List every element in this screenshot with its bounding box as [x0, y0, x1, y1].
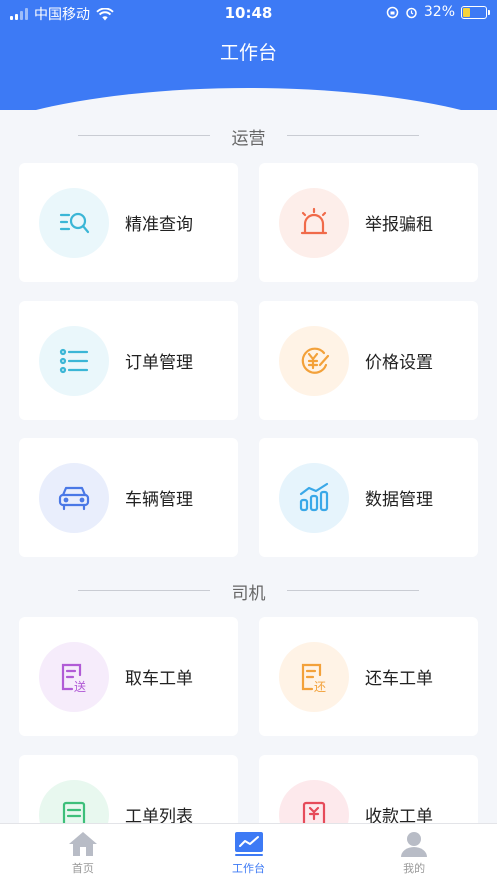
return-ticket-icon: 还 — [301, 663, 326, 694]
card-report-fraud[interactable]: 举报骗租 — [259, 163, 478, 282]
card-precise-search[interactable]: 精准查询 — [19, 163, 238, 282]
card-label: 价格设置 — [365, 353, 433, 373]
section-title-driver: 司机 — [0, 579, 497, 604]
page-title: 工作台 — [219, 42, 277, 64]
battery-icon — [461, 5, 490, 19]
card-data-management[interactable]: 数据管理 — [259, 438, 478, 557]
section-title-operations: 运营 — [0, 124, 497, 149]
card-icon-circle — [39, 325, 109, 396]
tab-home[interactable]: 首页 — [0, 824, 166, 883]
tab-label: 工作台 — [232, 862, 265, 875]
card-label: 数据管理 — [365, 490, 433, 510]
card-icon-circle: 送 — [39, 641, 109, 712]
tab-profile[interactable]: 我的 — [331, 824, 497, 883]
card-label: 还车工单 — [365, 669, 433, 689]
tab-label: 我的 — [403, 862, 426, 875]
card-price-settings[interactable]: 价格设置 — [259, 301, 478, 420]
card-icon-circle — [279, 325, 349, 396]
header-curve — [0, 88, 497, 110]
status-bar: 中国移动 10:48 32% — [0, 0, 497, 26]
bar-chart-icon — [299, 482, 329, 511]
alarm-light-icon — [300, 207, 328, 234]
battery-percent: 32% — [423, 4, 455, 20]
workbench-chart-icon — [234, 832, 263, 856]
card-pickup-ticket[interactable]: 送 取车工单 — [19, 617, 238, 736]
list-icon — [59, 348, 89, 373]
card-label: 车辆管理 — [125, 490, 193, 510]
pickup-badge: 送 — [74, 679, 86, 694]
pickup-ticket-icon: 送 — [61, 663, 86, 694]
card-label: 举报骗租 — [365, 215, 433, 235]
card-icon-circle — [39, 187, 109, 258]
yuan-price-icon — [301, 347, 330, 374]
car-icon — [58, 486, 90, 510]
card-icon-circle: 还 — [279, 641, 349, 712]
alarm-icon — [406, 7, 417, 18]
tab-bar: 首页 工作台 我的 — [0, 823, 497, 883]
card-label: 取车工单 — [125, 669, 193, 689]
card-icon-circle — [279, 462, 349, 533]
card-label: 精准查询 — [125, 215, 193, 235]
card-order-management[interactable]: 订单管理 — [19, 301, 238, 420]
precise-search-icon — [59, 212, 90, 233]
card-icon-circle — [279, 187, 349, 258]
rotation-lock-icon — [386, 6, 399, 18]
card-label: 订单管理 — [125, 353, 193, 373]
card-vehicle-management[interactable]: 车辆管理 — [19, 438, 238, 557]
tab-workbench[interactable]: 工作台 — [166, 824, 332, 883]
tab-label: 首页 — [71, 862, 94, 875]
profile-icon — [401, 832, 428, 857]
card-return-ticket[interactable]: 还 还车工单 — [259, 617, 478, 736]
home-icon — [68, 832, 97, 856]
return-badge: 还 — [314, 680, 326, 694]
card-icon-circle — [39, 462, 109, 533]
